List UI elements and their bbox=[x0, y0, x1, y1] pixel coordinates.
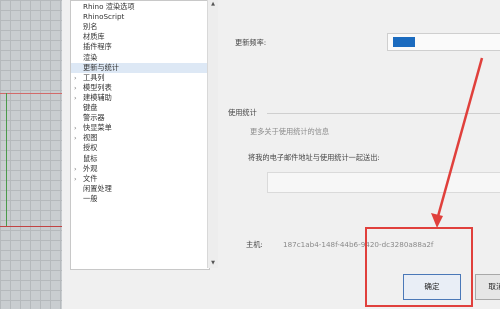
tree-item-label: 授权 bbox=[83, 143, 98, 153]
tree-scrollbar[interactable]: ▲ ▼ bbox=[207, 0, 218, 268]
email-send-label: 将我的电子邮件地址与使用统计一起送出: bbox=[248, 153, 380, 162]
tree-item-label: 警示器 bbox=[83, 113, 105, 123]
tree-item-label: 键盘 bbox=[83, 103, 98, 112]
tree-item-label: 一般 bbox=[83, 193, 98, 203]
tree-item-label: 别名 bbox=[83, 22, 98, 32]
viewport-grid[interactable] bbox=[0, 0, 62, 309]
expand-arrow-icon[interactable]: › bbox=[74, 164, 77, 174]
tree-item-label: 闲置处理 bbox=[83, 183, 112, 193]
viewport-x-axis bbox=[0, 93, 62, 94]
update-frequency-select[interactable] bbox=[387, 33, 500, 51]
expand-arrow-icon[interactable]: › bbox=[74, 73, 77, 83]
tree-item-label: 文件 bbox=[83, 173, 98, 183]
tree-item-label: 外观 bbox=[83, 163, 98, 173]
update-frequency-label: 更新频率: bbox=[235, 38, 267, 47]
host-label: 主机: bbox=[246, 240, 263, 249]
email-field[interactable] bbox=[267, 172, 500, 193]
tree-item-label: 更新与统计 bbox=[83, 62, 119, 72]
usage-stats-divider bbox=[267, 113, 500, 114]
tree-item-label: 快显菜单 bbox=[83, 123, 112, 133]
expand-arrow-icon[interactable]: › bbox=[74, 133, 77, 143]
update-frequency-selected-value bbox=[393, 37, 415, 47]
tree-item-label: RhinoScript bbox=[83, 12, 125, 22]
tree-item-label: 插件程序 bbox=[83, 42, 112, 52]
tree-item[interactable]: 更新与统计 bbox=[71, 62, 209, 73]
viewport-border bbox=[0, 226, 62, 227]
tree-item-label: 建模辅助 bbox=[83, 92, 112, 102]
options-tree[interactable]: Rhino 渲染选项 RhinoScript 别名 材质库 插件程序 渲染 更新与统计 › 工具… bbox=[70, 0, 210, 270]
highlight-box bbox=[365, 227, 473, 307]
tree-item-label: 模型列表 bbox=[83, 82, 112, 92]
tree-item-label: 材质库 bbox=[83, 32, 105, 42]
expand-arrow-icon[interactable]: › bbox=[74, 123, 77, 133]
expand-arrow-icon[interactable]: › bbox=[74, 174, 77, 184]
usage-stats-label: 使用统计 bbox=[228, 108, 257, 117]
expand-arrow-icon[interactable]: › bbox=[74, 93, 77, 103]
tree-item-label: Rhino 渲染选项 bbox=[83, 2, 135, 11]
scroll-up-arrow-icon[interactable]: ▲ bbox=[208, 0, 218, 9]
tree-item-label: 鼠标 bbox=[83, 153, 98, 163]
tree-item-label: 视图 bbox=[83, 133, 98, 143]
viewport-y-axis bbox=[6, 93, 7, 226]
tree-item-label: 工具列 bbox=[83, 72, 105, 82]
scroll-down-arrow-icon[interactable]: ▼ bbox=[208, 259, 218, 268]
tree-item-label: 渲染 bbox=[83, 52, 98, 62]
expand-arrow-icon[interactable]: › bbox=[74, 83, 77, 93]
cancel-button[interactable]: 取消 bbox=[475, 274, 500, 300]
usage-stats-more-link[interactable]: 更多关于使用统计的信息 bbox=[250, 127, 329, 137]
